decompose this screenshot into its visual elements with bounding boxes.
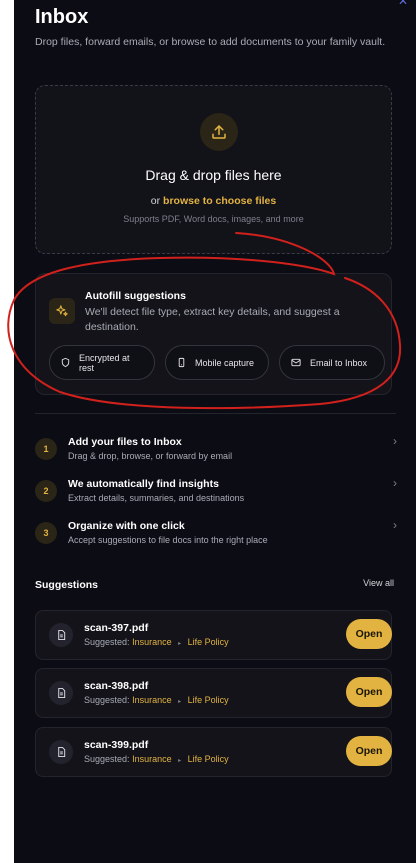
- autofill-description: We'll detect file type, extract key deta…: [85, 306, 340, 333]
- step-title: Add your files to Inbox: [68, 436, 182, 448]
- suggested-prefix: Suggested:: [84, 754, 130, 764]
- sparkle-icon: [49, 298, 75, 324]
- suggestion-card: scan-397.pdf Suggested: Insurance ▸ Life…: [35, 610, 392, 660]
- file-name: scan-397.pdf: [84, 622, 149, 634]
- step-add-files[interactable]: 1 Add your files to Inbox Drag & drop, b…: [35, 434, 397, 472]
- browse-files-link[interactable]: browse to choose files: [163, 195, 276, 207]
- chip-encrypted[interactable]: Encrypted at rest: [49, 345, 155, 380]
- open-button[interactable]: Open: [346, 619, 392, 649]
- dropzone-browse: or browse to choose files: [36, 195, 391, 207]
- page-title: Inbox: [35, 6, 89, 28]
- caret-right-icon: ▸: [178, 758, 182, 764]
- category-label: Insurance: [132, 754, 172, 764]
- document-icon: [49, 740, 73, 764]
- suggestion-card: scan-399.pdf Suggested: Insurance ▸ Life…: [35, 727, 392, 777]
- inbox-panel: ✕ Inbox Drop files, forward emails, or b…: [14, 0, 416, 863]
- page-subtitle: Drop files, forward emails, or browse to…: [35, 36, 386, 48]
- suggestion-card: scan-398.pdf Suggested: Insurance ▸ Life…: [35, 668, 392, 718]
- category-label: Insurance: [132, 695, 172, 705]
- phone-icon: [176, 357, 187, 368]
- caret-right-icon: ▸: [178, 641, 182, 647]
- chip-email-to-inbox[interactable]: Email to Inbox: [279, 345, 385, 380]
- subcategory-label: Life Policy: [187, 637, 229, 647]
- dropzone-title: Drag & drop files here: [145, 167, 282, 183]
- step-title: Organize with one click: [68, 520, 185, 532]
- chip-label: Email to Inbox: [310, 357, 368, 368]
- file-dropzone[interactable]: Drag & drop files here or browse to choo…: [35, 85, 392, 254]
- document-icon: [49, 623, 73, 647]
- browse-prefix: or: [150, 195, 161, 207]
- subcategory-label: Life Policy: [187, 695, 229, 705]
- step-description: Extract details, summaries, and destinat…: [68, 493, 245, 503]
- step-number: 3: [35, 522, 57, 544]
- autofill-card: Autofill suggestions We'll detect file t…: [35, 273, 392, 395]
- section-divider: [35, 413, 396, 414]
- step-find-insights[interactable]: 2 We automatically find insights Extract…: [35, 476, 397, 514]
- caret-right-icon: ▸: [178, 699, 182, 705]
- view-all-link[interactable]: View all: [363, 578, 394, 588]
- supported-formats: Supports PDF, Word docs, images, and mor…: [123, 214, 304, 224]
- subcategory-label: Life Policy: [187, 754, 229, 764]
- step-organize[interactable]: 3 Organize with one click Accept suggest…: [35, 518, 397, 556]
- suggested-destination: Suggested: Insurance ▸ Life Policy: [84, 754, 229, 764]
- step-number: 2: [35, 480, 57, 502]
- chip-label: Encrypted at rest: [79, 352, 130, 373]
- shield-icon: [60, 357, 71, 368]
- suggestions-heading: Suggestions: [35, 579, 99, 591]
- document-icon: [49, 681, 73, 705]
- step-title: We automatically find insights: [68, 478, 219, 490]
- open-button[interactable]: Open: [346, 736, 392, 766]
- file-name: scan-398.pdf: [84, 680, 149, 692]
- file-name: scan-399.pdf: [84, 739, 149, 751]
- open-button[interactable]: Open: [346, 677, 392, 707]
- autofill-title: Autofill suggestions: [85, 290, 186, 302]
- step-number: 1: [35, 438, 57, 460]
- step-description: Drag & drop, browse, or forward by email: [68, 451, 233, 461]
- step-description: Accept suggestions to file docs into the…: [68, 535, 268, 545]
- suggested-prefix: Suggested:: [84, 695, 130, 705]
- chip-label: Mobile capture: [195, 357, 255, 368]
- upload-icon: [200, 113, 238, 151]
- category-label: Insurance: [132, 637, 172, 647]
- suggested-destination: Suggested: Insurance ▸ Life Policy: [84, 695, 229, 705]
- suggested-destination: Suggested: Insurance ▸ Life Policy: [84, 637, 229, 647]
- chevron-right-icon: ›: [393, 476, 397, 490]
- mail-icon: [290, 357, 302, 368]
- close-icon[interactable]: ✕: [398, 0, 408, 8]
- chip-mobile-capture[interactable]: Mobile capture: [165, 345, 269, 380]
- chevron-right-icon: ›: [393, 518, 397, 532]
- chevron-right-icon: ›: [393, 434, 397, 448]
- suggested-prefix: Suggested:: [84, 637, 130, 647]
